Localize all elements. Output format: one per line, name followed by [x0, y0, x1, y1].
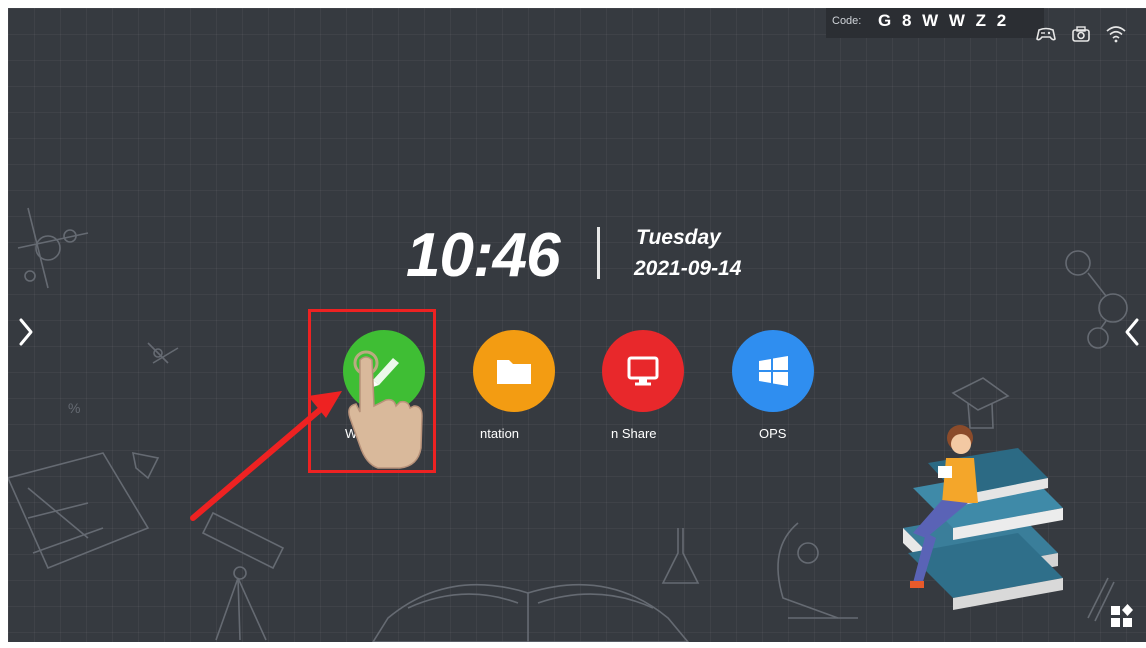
- red-arrow-icon: [190, 391, 342, 521]
- tutorial-overlay: [190, 350, 423, 521]
- all-apps-grid-icon[interactable]: [1108, 603, 1138, 633]
- desktop-screen: % Code: G 8 W W Z 2 10:46 Tuesday 2021-0…: [8, 8, 1146, 642]
- pointing-hand-icon: [348, 350, 423, 469]
